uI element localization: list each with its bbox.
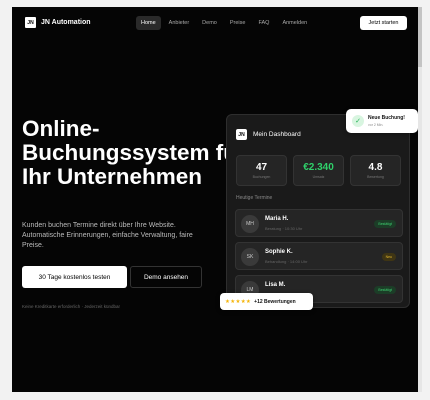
free-trial-button[interactable]: 30 Tage kostenlos testen <box>22 266 127 288</box>
view-demo-button[interactable]: Demo ansehen <box>130 266 202 288</box>
status-badge: Neu <box>381 253 396 261</box>
new-booking-toast: ✓ Neue Buchung! vor 2 Min. <box>346 109 418 133</box>
stat-label: Bewertung <box>367 175 384 179</box>
brand-logo[interactable]: JN JN Automation <box>25 17 91 28</box>
appointments-section-label: Heutige Termine <box>236 195 273 201</box>
star-icons: ★★★★★ <box>225 298 252 305</box>
appointment-name: Sophie K. <box>265 249 293 255</box>
check-icon: ✓ <box>352 115 364 127</box>
top-navbar: JN JN Automation Home Anbieter Demo Prei… <box>12 7 422 41</box>
nav-link-faq[interactable]: FAQ <box>253 16 274 30</box>
stat-card-bookings: 47 Buchungen <box>236 155 287 186</box>
toast-timestamp: vor 2 Min. <box>368 123 384 127</box>
status-badge: Bestätigt <box>374 286 396 294</box>
appointment-name: Maria H. <box>265 216 289 222</box>
nav-link-preise[interactable]: Preise <box>225 16 251 30</box>
nav-link-home[interactable]: Home <box>136 16 161 30</box>
avatar: SK <box>241 248 259 266</box>
appointment-name: Lisa M. <box>265 282 286 288</box>
stat-value: 47 <box>255 162 268 173</box>
brand-name: JN Automation <box>41 19 91 26</box>
nav-links: Home Anbieter Demo Preise FAQ Anmelden <box>136 16 312 30</box>
stat-label: Umsatz <box>312 175 325 179</box>
scrollbar-thumb[interactable] <box>418 7 422 67</box>
stat-value: €2.340 <box>303 162 334 173</box>
get-started-button[interactable]: Jetzt starten <box>360 16 407 30</box>
appointment-item[interactable]: MH Maria H. Beratung · 10:30 Uhr Bestäti… <box>235 209 403 237</box>
rating-text: +12 Bewertungen <box>254 298 296 305</box>
nav-link-anmelden[interactable]: Anmelden <box>277 16 312 30</box>
appointment-time: Beratung · 10:30 Uhr <box>265 226 303 231</box>
stat-card-revenue: €2.340 Umsatz <box>293 155 344 186</box>
nav-link-demo[interactable]: Demo <box>197 16 222 30</box>
stat-card-rating: 4.8 Bewertung <box>350 155 401 186</box>
hero-subtitle: Kunden buchen Termine direkt über Ihre W… <box>22 222 193 249</box>
dashboard-title: Mein Dashboard <box>253 131 301 138</box>
dashboard-preview: JN Mein Dashboard 47 Buchungen €2.340 Um… <box>226 114 410 308</box>
avatar: MH <box>241 215 259 233</box>
stat-label: Buchungen <box>252 175 271 179</box>
page-frame: JN JN Automation Home Anbieter Demo Prei… <box>12 7 422 392</box>
status-badge: Bestätigt <box>374 220 396 228</box>
toast-title: Neue Buchung! <box>368 115 405 121</box>
dashboard-logo-mark: JN <box>236 129 247 140</box>
logo-mark: JN <box>25 17 36 28</box>
nav-link-anbieter[interactable]: Anbieter <box>164 16 195 30</box>
appointment-time: Behandlung · 14:00 Uhr <box>265 259 308 264</box>
page-scrollbar[interactable] <box>418 7 422 392</box>
appointment-item[interactable]: SK Sophie K. Behandlung · 14:00 Uhr Neu <box>235 242 403 270</box>
hero-title: Online-Buchungssystem für Ihr Unternehme… <box>22 116 246 189</box>
hero-note: Keine Kreditkarte erforderlich · Jederze… <box>22 304 121 309</box>
rating-badge: ★★★★★ +12 Bewertungen <box>220 293 313 310</box>
dashboard-header: JN Mein Dashboard <box>236 129 301 140</box>
stat-value: 4.8 <box>368 162 383 173</box>
